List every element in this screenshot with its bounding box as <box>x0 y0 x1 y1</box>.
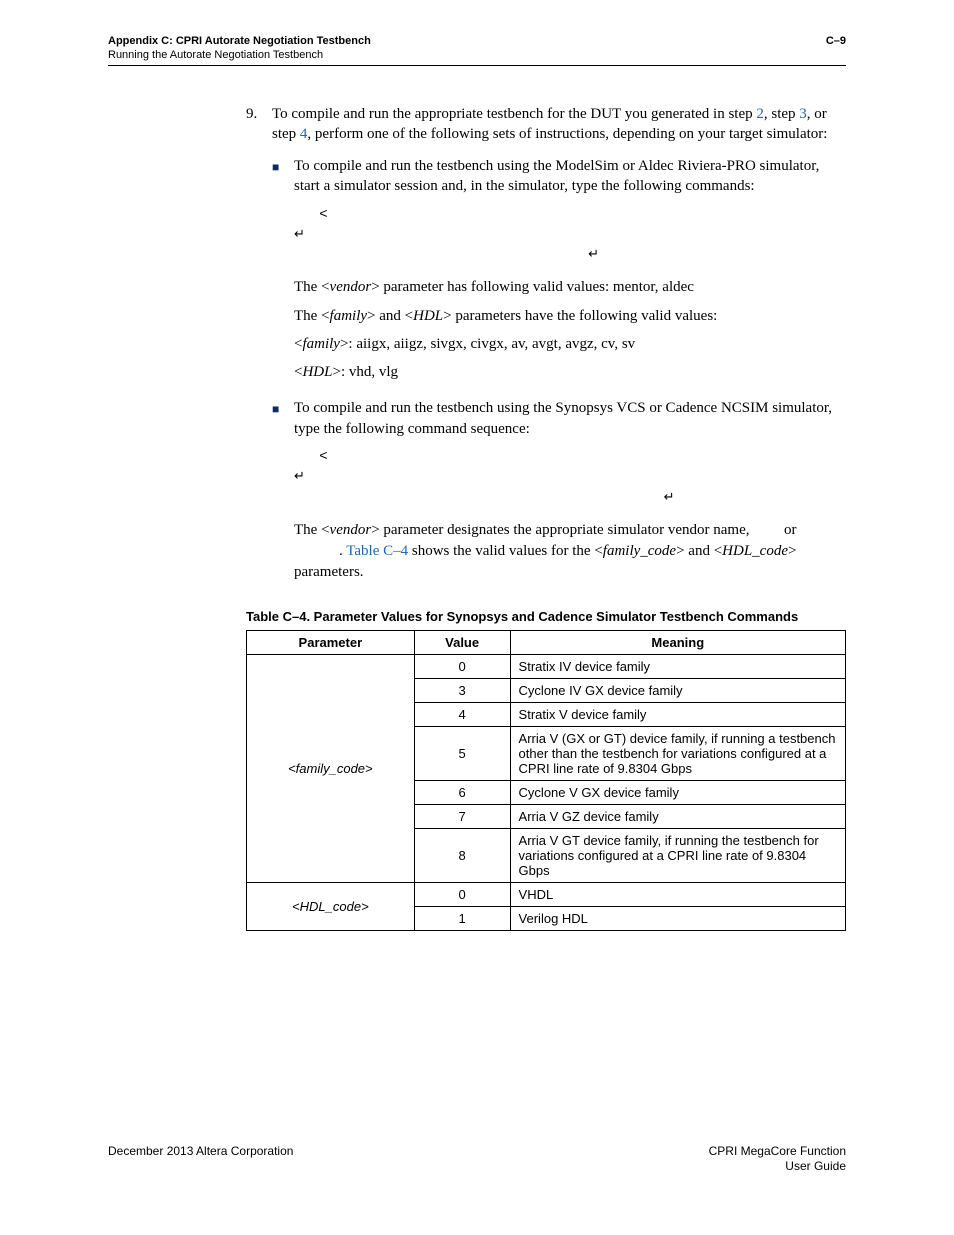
vendor-desc: The <vendor> parameter designates the ap… <box>294 520 846 583</box>
vendor-values: The <vendor> parameter has following val… <box>294 277 846 297</box>
step-text: To compile and run the appropriate testb… <box>272 104 846 145</box>
return-icon: ↵ <box>294 226 305 241</box>
header-left: Appendix C: CPRI Autorate Negotiation Te… <box>108 34 371 63</box>
page-header: Appendix C: CPRI Autorate Negotiation Te… <box>108 34 846 66</box>
bullet-synopsys: ■ To compile and run the testbench using… <box>272 398 846 590</box>
col-parameter: Parameter <box>247 630 415 654</box>
main-content: 9. To compile and run the appropriate te… <box>108 104 846 931</box>
step-9: 9. To compile and run the appropriate te… <box>246 104 846 145</box>
step-number: 9. <box>246 104 272 145</box>
footer-left: December 2013 Altera Corporation <box>108 1144 293 1175</box>
bullet-icon: ■ <box>272 156 294 390</box>
link-step-2[interactable]: 2 <box>756 106 764 122</box>
col-meaning: Meaning <box>510 630 845 654</box>
bullet-list: ■ To compile and run the testbench using… <box>246 156 846 591</box>
page-number: C–9 <box>826 34 846 48</box>
footer-right: CPRI MegaCore Function User Guide <box>709 1144 846 1175</box>
command-block-2: cd <working directory>/testbench/cpri_te… <box>294 447 846 508</box>
link-table-c4[interactable]: Table C–4 <box>346 543 408 559</box>
page-footer: December 2013 Altera Corporation CPRI Me… <box>108 1144 846 1175</box>
family-values: <family>: aiigx, aiigz, sivgx, civgx, av… <box>294 334 846 354</box>
table-caption: Table C–4. Parameter Values for Synopsys… <box>246 609 846 624</box>
hdl-values: <HDL>: vhd, vlg <box>294 362 846 382</box>
parameter-table: Parameter Value Meaning <family_code> 0 … <box>246 630 846 931</box>
col-value: Value <box>414 630 510 654</box>
table-row: <family_code> 0 Stratix IV device family <box>247 654 846 678</box>
appendix-title: Appendix C: CPRI Autorate Negotiation Te… <box>108 34 371 48</box>
return-icon: ↵ <box>294 468 305 483</box>
bullet-modelsim: ■ To compile and run the testbench using… <box>272 156 846 390</box>
table-header-row: Parameter Value Meaning <box>247 630 846 654</box>
bullet-icon: ■ <box>272 398 294 590</box>
return-icon: ↵ <box>664 489 675 504</box>
bullet-intro: To compile and run the testbench using t… <box>294 156 846 197</box>
command-block-1: cd <working directory>/testbench/cpri_te… <box>294 205 846 266</box>
appendix-subtitle: Running the Autorate Negotiation Testben… <box>108 48 371 62</box>
return-icon: ↵ <box>588 246 599 261</box>
link-step-3[interactable]: 3 <box>799 106 807 122</box>
family-hdl-intro: The <family> and <HDL> parameters have t… <box>294 306 846 326</box>
hdl-code-param: <HDL_code> <box>247 882 415 930</box>
family-code-param: <family_code> <box>247 654 415 882</box>
bullet-intro: To compile and run the testbench using t… <box>294 398 846 439</box>
table-row: <HDL_code> 0 VHDL <box>247 882 846 906</box>
